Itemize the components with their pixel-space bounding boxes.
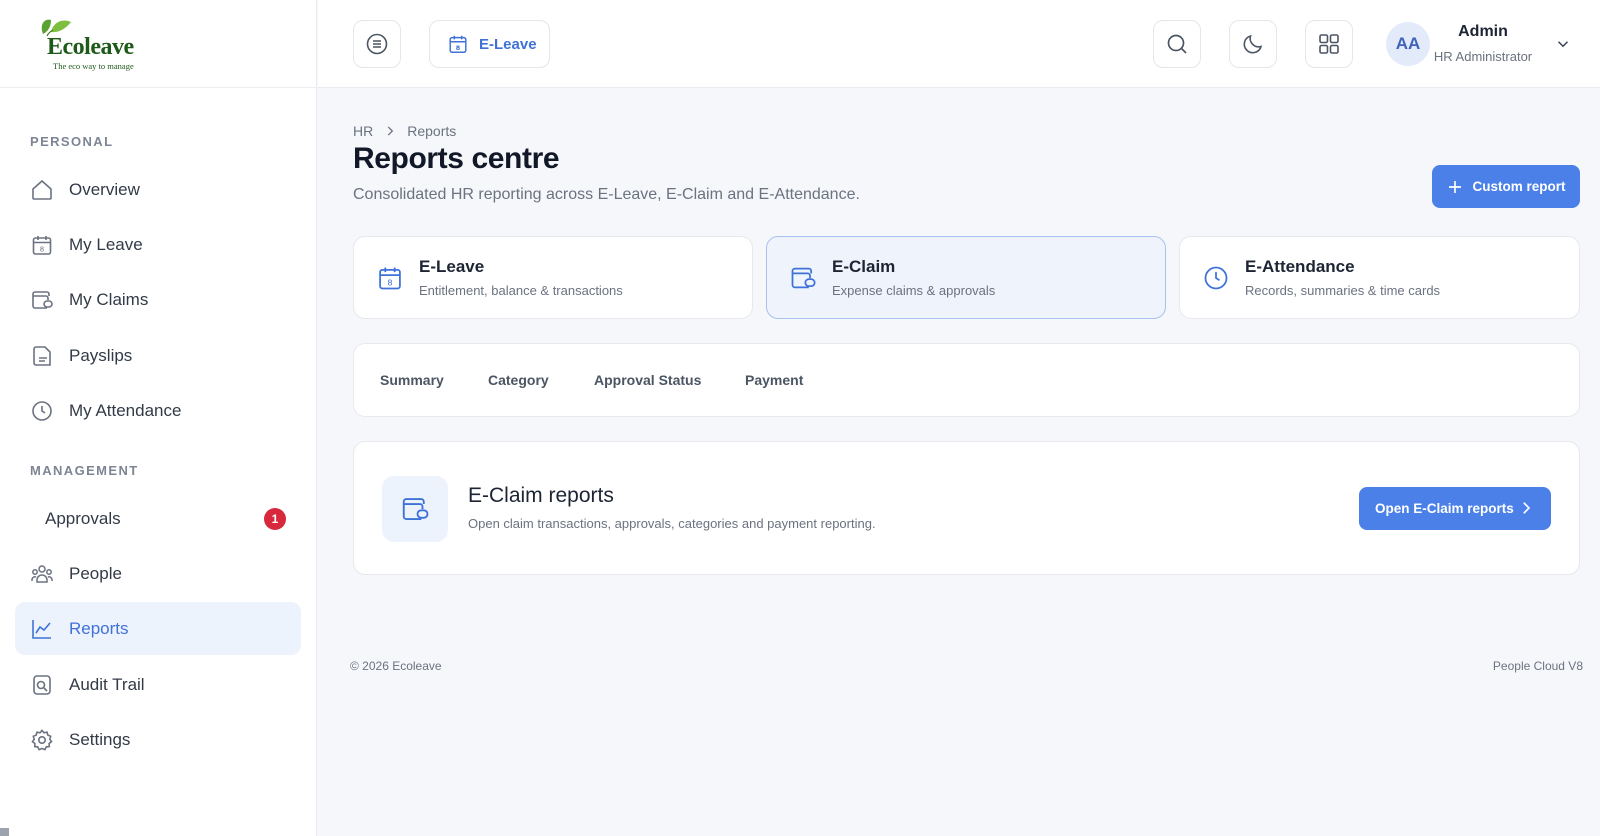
- module-card-desc: Entitlement, balance & transactions: [419, 283, 623, 298]
- calendar-icon: 8: [32, 235, 52, 255]
- module-card-e-attendance[interactable]: E-Attendance Records, summaries & time c…: [1179, 236, 1580, 319]
- sidebar-item-label: My Attendance: [69, 400, 182, 420]
- breadcrumb: HR Reports: [353, 123, 456, 139]
- wallet-icon: [402, 498, 429, 520]
- personal-section-label: PERSONAL: [30, 134, 114, 149]
- svg-text:8: 8: [387, 277, 392, 287]
- sidebar-item-settings[interactable]: Settings: [15, 713, 301, 766]
- module-card-title: E-Claim: [832, 257, 896, 276]
- module-card-title: E-Leave: [419, 257, 485, 276]
- document-icon: [33, 345, 51, 366]
- open-e-claim-reports-button[interactable]: Open E-Claim reports: [1359, 487, 1551, 530]
- menu-icon: [366, 33, 388, 55]
- sidebar-item-my-attendance[interactable]: My Attendance: [15, 384, 301, 437]
- menu-toggle-button[interactable]: [353, 20, 401, 68]
- sidebar-item-label: Audit Trail: [69, 674, 145, 694]
- audit-icon: [33, 674, 51, 695]
- sidebar-item-label: Settings: [69, 729, 131, 749]
- sidebar-item-label: My Leave: [69, 234, 143, 254]
- sidebar-item-audit-trail[interactable]: Audit Trail: [15, 658, 301, 711]
- sidebar-item-my-leave[interactable]: 8 My Leave: [15, 218, 301, 271]
- search-icon: [1167, 34, 1187, 54]
- module-label: E-Leave: [479, 35, 537, 53]
- module-card-desc: Records, summaries & time cards: [1245, 283, 1441, 298]
- sidebar-item-label: Overview: [69, 179, 140, 199]
- logo-mark: Ecoleave The eco way to manage: [35, 16, 147, 72]
- calendar-icon: 8: [379, 267, 401, 289]
- sidebar-item-reports[interactable]: Reports: [15, 602, 301, 655]
- chevron-down-icon[interactable]: [1554, 35, 1572, 53]
- brand-name: Ecoleave: [47, 33, 134, 60]
- sidebar-item-label: Payslips: [69, 345, 133, 365]
- footer-copyright: © 2026 Ecoleave: [350, 659, 442, 673]
- wallet-icon: [32, 290, 53, 309]
- theme-toggle-button[interactable]: [1229, 20, 1277, 68]
- breadcrumb-hr[interactable]: HR: [353, 123, 373, 139]
- custom-report-button[interactable]: Custom report: [1432, 165, 1580, 208]
- svg-text:8: 8: [40, 245, 44, 253]
- chart-icon: [32, 619, 51, 639]
- tab-payment[interactable]: Payment: [745, 372, 803, 388]
- grid-icon: [1319, 34, 1339, 54]
- sidebar-item-label: People: [69, 563, 122, 583]
- approvals-count-badge: 1: [264, 508, 286, 530]
- sidebar-item-payslips[interactable]: Payslips: [15, 329, 301, 382]
- gear-icon: [31, 728, 53, 751]
- page-title: Reports centre: [353, 142, 560, 175]
- module-card-desc: Expense claims & approvals: [832, 283, 996, 298]
- report-card-title: E-Claim reports: [468, 484, 614, 507]
- plus-icon: [1449, 180, 1462, 193]
- tab-category[interactable]: Category: [488, 372, 549, 388]
- chevron-right-icon: [388, 126, 394, 136]
- sidebar-item-people[interactable]: People: [15, 547, 301, 600]
- breadcrumb-reports: Reports: [407, 123, 457, 139]
- sidebar-item-approvals[interactable]: Approvals 1: [15, 492, 301, 545]
- brand-logo[interactable]: Ecoleave The eco way to manage: [0, 0, 316, 88]
- apps-button[interactable]: [1305, 20, 1353, 68]
- clock-icon: [32, 400, 52, 421]
- management-section-label: MANAGEMENT: [30, 463, 139, 478]
- open-reports-label: Open E-Claim reports: [1375, 501, 1514, 516]
- search-button[interactable]: [1153, 20, 1201, 68]
- module-card-e-leave[interactable]: 8 E-Leave Entitlement, balance & transac…: [353, 236, 753, 319]
- people-icon: [31, 564, 53, 583]
- footer-version: People Cloud V8: [1492, 659, 1583, 673]
- e-claim-report-card: E-Claim reports Open claim transactions,…: [353, 441, 1580, 575]
- corner-marker: [0, 828, 9, 836]
- sidebar-item-label: Approvals: [45, 508, 121, 528]
- page-subtitle: Consolidated HR reporting across E-Leave…: [353, 186, 860, 203]
- wallet-icon: [791, 267, 816, 288]
- user-name[interactable]: Admin: [1423, 23, 1543, 41]
- report-card-desc: Open claim transactions, approvals, cate…: [468, 516, 876, 531]
- sidebar: Ecoleave The eco way to manage PERSONAL …: [0, 0, 317, 836]
- moon-icon: [1243, 34, 1263, 54]
- custom-report-label: Custom report: [1472, 179, 1566, 194]
- module-switcher-button[interactable]: 8 E-Leave: [429, 20, 550, 68]
- brand-tagline: The eco way to manage: [53, 60, 134, 71]
- sidebar-item-label: My Claims: [69, 289, 149, 309]
- module-card-e-claim[interactable]: E-Claim Expense claims & approvals: [766, 236, 1166, 319]
- report-tabs: Summary Category Approval Status Payment: [353, 343, 1580, 417]
- sidebar-item-label: Reports: [69, 618, 129, 638]
- clock-icon: [1204, 266, 1228, 289]
- module-card-title: E-Attendance: [1245, 257, 1355, 276]
- svg-text:8: 8: [456, 44, 461, 52]
- sidebar-item-overview[interactable]: Overview: [15, 163, 301, 216]
- chevron-right-icon: [1523, 502, 1531, 514]
- tab-approval-status[interactable]: Approval Status: [594, 372, 701, 388]
- calendar-icon: 8: [449, 35, 467, 53]
- topbar: 8 E-Leave AA Admin HR Administrator: [318, 0, 1600, 88]
- user-role: HR Administrator: [1433, 49, 1533, 64]
- report-icon-box: [382, 476, 448, 542]
- tab-summary[interactable]: Summary: [380, 372, 444, 388]
- sidebar-item-my-claims[interactable]: My Claims: [15, 273, 301, 326]
- home-icon: [32, 179, 52, 200]
